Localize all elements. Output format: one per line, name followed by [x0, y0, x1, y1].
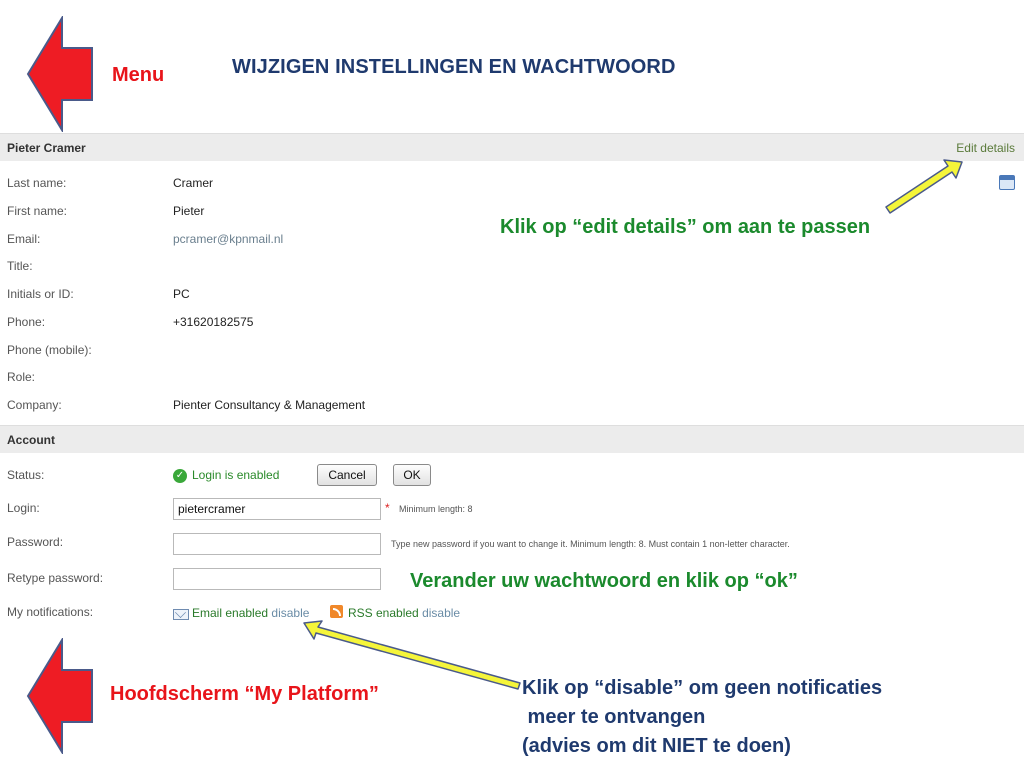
first-name-label: First name: [7, 204, 68, 218]
profile-header: Pieter Cramer Edit details [0, 133, 1024, 161]
check-icon: ✓ [173, 469, 187, 483]
disable-note-line-2: meer te ontvangen [522, 706, 706, 728]
password-hint: Type new password if you want to change … [391, 539, 790, 549]
phone-label: Phone: [7, 315, 46, 329]
notifications-label: My notifications: [7, 605, 94, 619]
cancel-button[interactable]: Cancel [317, 464, 377, 486]
disable-note-line-1: Klik op “disable” om geen notificaties [522, 677, 883, 699]
account-heading: Account [7, 433, 55, 447]
password-input[interactable] [173, 533, 381, 555]
status-label: Status: [7, 468, 45, 482]
title-label: Title: [7, 259, 33, 273]
slide-title: WIJZIGEN INSTELLINGEN EN WACHTWOORD [232, 56, 676, 78]
account-header: Account [0, 425, 1024, 453]
ok-button[interactable]: OK [393, 464, 431, 486]
initials-label: Initials or ID: [7, 287, 74, 301]
email-label: Email: [7, 232, 41, 246]
edit-details-link[interactable]: Edit details [956, 141, 1015, 155]
email-enabled-text: Email enabled [192, 606, 269, 620]
role-label: Role: [7, 370, 36, 384]
disable-note-line-3: (advies om dit NIET te doen) [522, 735, 791, 757]
retype-password-label: Retype password: [7, 571, 104, 585]
password-label: Password: [7, 535, 64, 549]
status-text: Login is enabled [192, 468, 280, 482]
phone-mobile-label: Phone (mobile): [7, 343, 92, 357]
disable-pointer-arrow [303, 620, 521, 690]
edit-details-pointer-arrow [885, 159, 963, 214]
email-value[interactable]: pcramer@kpnmail.nl [173, 232, 283, 246]
required-marker: * [385, 501, 390, 515]
email-notification: Email enabled disable [192, 606, 309, 620]
home-arrow-icon[interactable] [24, 638, 96, 754]
last-name-label: Last name: [7, 176, 67, 190]
company-label: Company: [7, 398, 62, 412]
company-value: Pienter Consultancy & Management [173, 398, 366, 412]
menu-label[interactable]: Menu [112, 64, 164, 87]
edit-details-note: Klik op “edit details” om aan te passen [500, 216, 871, 238]
initials-value: PC [173, 287, 190, 301]
calendar-icon[interactable] [999, 175, 1015, 190]
phone-value: +31620182575 [173, 315, 254, 329]
password-note: Verander uw wachtwoord en klik op “ok” [410, 570, 798, 592]
profile-panel: Pieter Cramer Edit details [0, 133, 1024, 633]
login-hint: Minimum length: 8 [399, 504, 473, 514]
login-input[interactable]: pietercramer [173, 498, 381, 520]
first-name-value: Pieter [173, 204, 205, 218]
menu-arrow-icon[interactable] [24, 16, 96, 132]
last-name-value: Cramer [173, 176, 214, 190]
mail-icon [173, 609, 189, 620]
retype-password-input[interactable] [173, 568, 381, 590]
login-label: Login: [7, 501, 40, 515]
profile-name: Pieter Cramer [7, 141, 86, 155]
